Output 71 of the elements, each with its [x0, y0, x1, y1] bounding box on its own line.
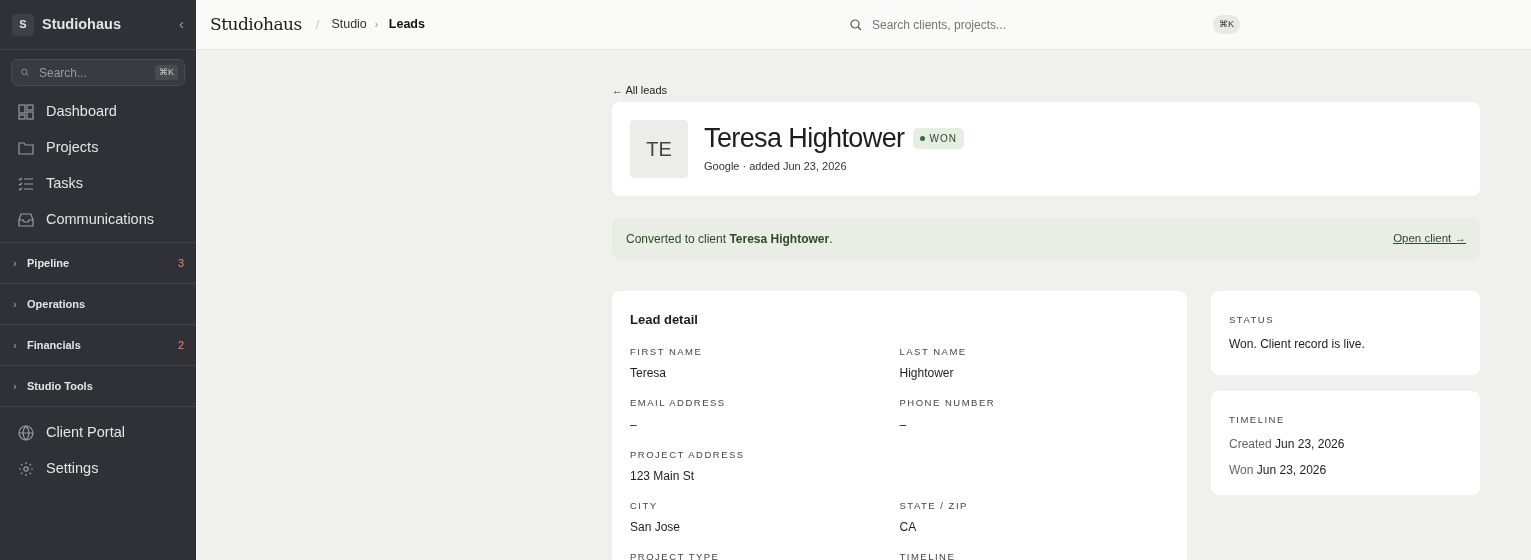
search-input[interactable]: Search...: [37, 62, 147, 83]
inbox-icon: [18, 212, 34, 228]
status-badge: WON: [912, 127, 964, 149]
field-label: EMAIL ADDRESS: [630, 396, 727, 411]
field-value: San Jose: [630, 519, 682, 536]
chevron-icon: ›: [12, 337, 18, 353]
section-header[interactable]: › Pipeline 3: [0, 242, 196, 283]
nav-item[interactable]: Dashboard: [0, 94, 196, 130]
field-value: 123 Main St: [630, 467, 696, 485]
breadcrumb-link[interactable]: Leads: [388, 15, 425, 34]
field-value: –: [630, 416, 638, 434]
checklist-icon: [18, 176, 34, 192]
banner-message: Converted to client Teresa Hightower.: [626, 230, 833, 248]
field-label: PROJECT TYPE: [630, 550, 721, 560]
chevron-icon: ›: [12, 255, 18, 271]
search-field[interactable]: Search... ⌘K: [11, 59, 185, 86]
lead-subtitle: Google · added Jun 23, 2026: [704, 159, 848, 175]
nav-item[interactable]: Client Portal: [0, 415, 196, 451]
search-icon: [849, 18, 862, 31]
logo-icon: S: [12, 13, 34, 36]
count-label: 3: [177, 255, 184, 271]
chevron-icon: ›: [12, 296, 18, 312]
search-icon: [21, 67, 29, 78]
card-label: STATUS: [1229, 312, 1276, 327]
folder-icon: [18, 140, 34, 156]
shortcut-hint: ⌘K: [155, 64, 178, 81]
brand-name: Studiohaus: [42, 14, 121, 34]
status-text: Won. Client record is live.: [1229, 335, 1366, 353]
field-label: PROJECT ADDRESS: [630, 447, 746, 462]
breadcrumb-separator: /: [315, 15, 320, 34]
section-header[interactable]: › Financials 2: [0, 324, 196, 365]
lead-name: Teresa Hightower: [704, 122, 905, 155]
shortcut-hint: ⌘K: [1212, 14, 1240, 35]
nav-item[interactable]: Communications: [0, 202, 196, 238]
nav-item[interactable]: Projects: [0, 130, 196, 166]
grid-icon: [18, 104, 34, 120]
section-header[interactable]: › Operations: [0, 283, 196, 324]
timeline-entry: Won Jun 23, 2026: [1229, 462, 1328, 479]
open-client-link[interactable]: Open client →: [1393, 229, 1466, 248]
field-value: Hightower: [899, 365, 955, 383]
breadcrumb-link[interactable]: Studio: [331, 15, 367, 34]
section-label: Financials: [27, 337, 81, 353]
section-label: Operations: [27, 296, 86, 312]
nav-item[interactable]: Settings: [0, 451, 196, 487]
section-header[interactable]: › Studio Tools: [0, 365, 196, 406]
nav-item[interactable]: Tasks: [0, 166, 196, 202]
field-label: CITY: [630, 498, 659, 513]
field-label: PHONE NUMBER: [899, 396, 997, 411]
card-label: TIMELINE: [1229, 412, 1286, 427]
field-value: –: [899, 416, 908, 434]
field-label: FIRST NAME: [630, 345, 704, 359]
page-title: Studiohaus: [210, 12, 302, 36]
settings-icon: [18, 461, 34, 477]
field-label: LAST NAME: [899, 345, 968, 359]
globe-icon: [18, 425, 34, 441]
field-value: Teresa: [630, 365, 668, 383]
field-label: TIMELINE: [899, 550, 957, 560]
count-label: 2: [177, 337, 184, 353]
section-label: Pipeline: [27, 255, 70, 271]
timeline-entry: Created Jun 23, 2026: [1229, 436, 1346, 453]
field-label: STATE / ZIP: [899, 498, 969, 513]
field-value: CA: [899, 519, 918, 536]
section-label: Studio Tools: [27, 378, 93, 394]
collapse-button[interactable]: ‹: [179, 13, 184, 36]
avatar: TE: [630, 119, 688, 178]
search-field[interactable]: Search clients, projects... ⌘K: [849, 13, 1240, 36]
chevron-icon: ›: [374, 17, 381, 32]
chevron-icon: ›: [12, 378, 18, 394]
card-title: Lead detail: [630, 310, 699, 329]
search-input[interactable]: Search clients, projects...: [869, 14, 1213, 35]
back-link[interactable]: ← All leads: [612, 82, 668, 99]
